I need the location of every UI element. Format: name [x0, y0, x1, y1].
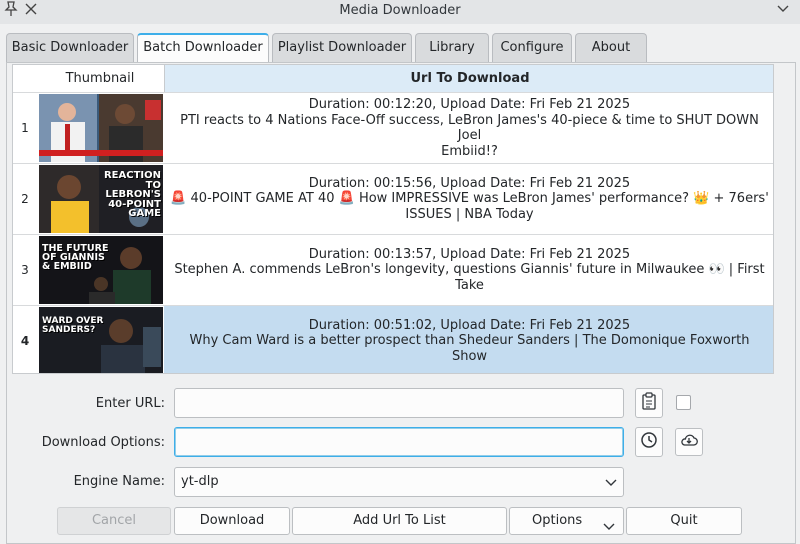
table-row[interactable]: 1 Duration: 00:12:20, Upload Date: Fri F…: [13, 92, 773, 163]
history-icon: [640, 431, 658, 453]
tab-configure[interactable]: Configure: [492, 33, 572, 63]
chevron-down-icon: [603, 516, 615, 542]
row-duration: Duration: 00:51:02, Upload Date: Fri Feb…: [308, 317, 631, 333]
url-checkbox[interactable]: [676, 395, 691, 410]
row-details: Duration: 00:12:20, Upload Date: Fri Feb…: [164, 93, 773, 163]
tab-batch-downloader[interactable]: Batch Downloader: [137, 33, 269, 64]
download-options-label: Download Options:: [41, 435, 165, 450]
quit-button[interactable]: Quit: [626, 507, 742, 535]
row-title-cont: Take: [455, 277, 484, 293]
thumbnail-caption: THE FUTURE OF GIANNIS & EMBIID: [42, 243, 109, 273]
tab-playlist-downloader[interactable]: Playlist Downloader: [272, 33, 412, 63]
engine-select[interactable]: yt-dlp: [174, 467, 624, 497]
row-details: Duration: 00:13:57, Upload Date: Fri Feb…: [164, 235, 773, 305]
row-title-cont: ISSUES | NBA Today: [405, 206, 534, 222]
row-duration: Duration: 00:12:20, Upload Date: Fri Feb…: [308, 97, 631, 112]
row-details: Duration: 00:51:02, Upload Date: Fri Feb…: [164, 306, 773, 373]
tab-basic-downloader[interactable]: Basic Downloader: [6, 33, 134, 63]
row-number: 1: [21, 121, 29, 135]
row-title: 🚨 40-POINT GAME AT 40 🚨 How IMPRESSIVE w…: [170, 191, 769, 207]
url-input[interactable]: [174, 388, 624, 418]
download-options-input[interactable]: [174, 427, 624, 457]
download-button[interactable]: Download: [174, 507, 290, 535]
engine-name-label: Engine Name:: [73, 474, 165, 489]
column-header-url[interactable]: Url To Download: [164, 65, 773, 92]
cloud-download-button[interactable]: [675, 428, 703, 456]
url-label: Enter URL:: [95, 396, 165, 411]
cancel-button[interactable]: Cancel: [57, 507, 171, 535]
thumbnail-caption: WARD OVER SANDERS?: [42, 316, 104, 335]
row-number: 2: [21, 192, 29, 206]
download-table[interactable]: Thumbnail Url To Download 1 Duration: 00…: [12, 64, 774, 374]
thumbnail-image: REACTION TO LEBRON'S 40-POINT GAME: [39, 165, 163, 233]
table-row[interactable]: 3 THE FUTURE OF GIANNIS & EMBIID Duratio…: [13, 234, 773, 305]
clipboard-icon: [641, 392, 657, 414]
title-bar: Media Downloader: [0, 0, 800, 24]
table-row[interactable]: 4 WARD OVER SANDERS? Duration: 00:51:02,…: [13, 305, 773, 373]
chevron-down-icon[interactable]: [776, 1, 790, 23]
row-number: 4: [20, 334, 30, 348]
thumbnail-image: WARD OVER SANDERS?: [39, 307, 163, 373]
row-title: PTI reacts to 4 Nations Face-Off success…: [180, 112, 759, 144]
cloud-download-icon: [680, 432, 698, 452]
table-header: Thumbnail Url To Download: [13, 65, 773, 92]
thumbnail-image: THE FUTURE OF GIANNIS & EMBIID: [39, 236, 163, 304]
options-button[interactable]: Options: [509, 507, 624, 535]
tab-library[interactable]: Library: [415, 33, 489, 63]
row-details: Duration: 00:15:56, Upload Date: Fri Feb…: [164, 164, 773, 234]
row-title: Why Cam Ward is a better prospect than S…: [189, 333, 750, 364]
table-row[interactable]: 2 REACTION TO LEBRON'S 40-POINT GAME Dur…: [13, 163, 773, 234]
options-button-label: Options: [532, 513, 583, 528]
paste-button[interactable]: [635, 388, 663, 418]
add-url-to-list-button[interactable]: Add Url To List: [292, 507, 507, 535]
row-number: 3: [21, 263, 29, 277]
row-title-cont: Embiid!?: [441, 143, 498, 159]
row-duration: Duration: 00:15:56, Upload Date: Fri Feb…: [308, 175, 631, 191]
engine-select-value: yt-dlp: [181, 474, 219, 489]
tab-about[interactable]: About: [575, 33, 647, 63]
column-header-thumbnail[interactable]: Thumbnail: [37, 65, 163, 92]
thumbnail-image: [39, 94, 163, 162]
row-duration: Duration: 00:13:57, Upload Date: Fri Feb…: [308, 246, 631, 262]
window-title: Media Downloader: [339, 3, 461, 18]
chevron-down-icon: [605, 477, 617, 487]
history-button[interactable]: [635, 427, 663, 457]
thumbnail-caption: REACTION TO LEBRON'S 40-POINT GAME: [103, 170, 161, 219]
row-title: Stephen A. commends LeBron's longevity, …: [174, 262, 765, 278]
